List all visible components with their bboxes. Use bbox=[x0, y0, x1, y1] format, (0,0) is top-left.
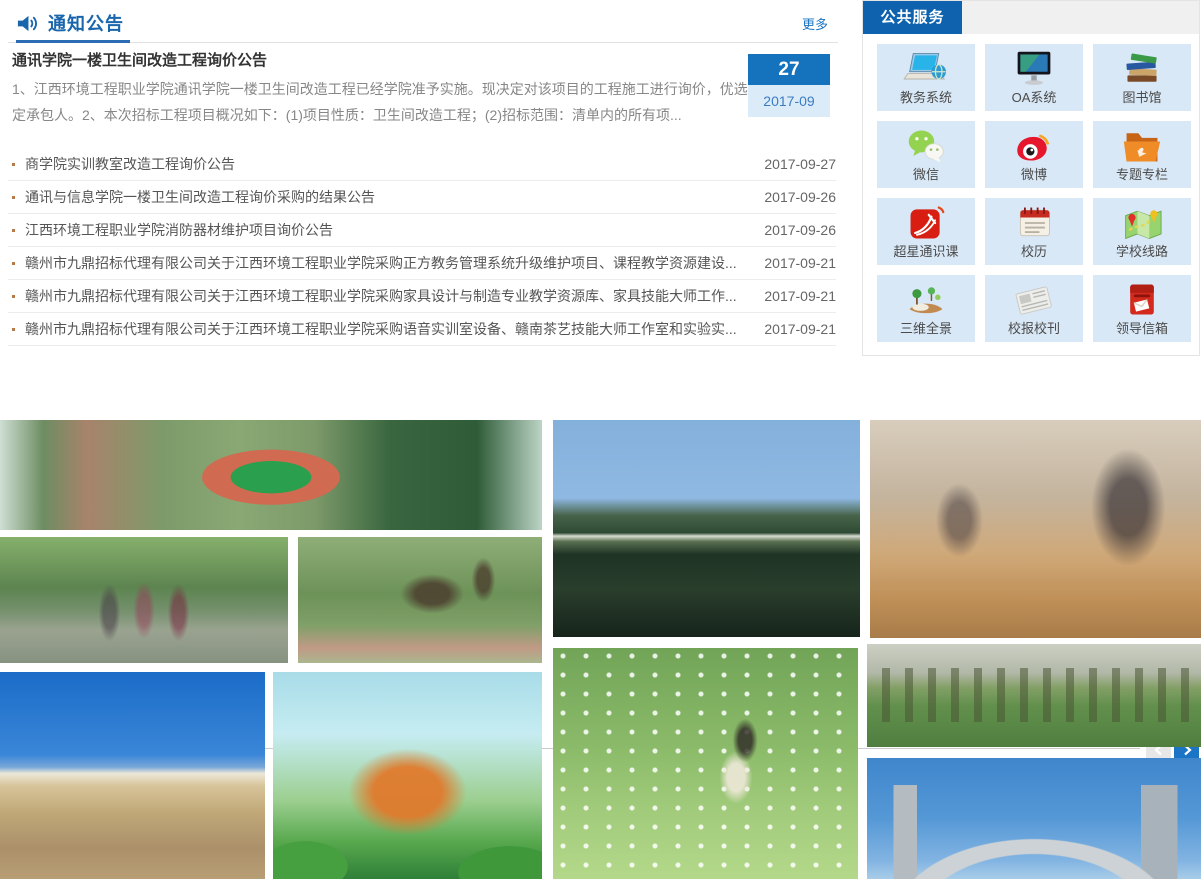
notice-header-left: 通知公告 bbox=[16, 8, 130, 43]
bullet-icon bbox=[12, 196, 15, 199]
service-item-library[interactable]: 图书馆 bbox=[1093, 44, 1191, 111]
service-item-chaoxing[interactable]: 超星通识课 bbox=[877, 198, 975, 265]
map-route-icon bbox=[1119, 202, 1165, 244]
service-label: 超星通识课 bbox=[893, 244, 958, 260]
notice-list-item[interactable]: 赣州市九鼎招标代理有限公司关于江西环境工程职业学院采购语音实训室设备、赣南茶艺技… bbox=[8, 313, 836, 346]
folder-icon bbox=[1119, 125, 1165, 167]
books-icon bbox=[1119, 48, 1165, 90]
service-item-newspaper[interactable]: 校报校刊 bbox=[985, 275, 1083, 342]
notice-header: 通知公告 更多 bbox=[8, 8, 838, 43]
services-grid: 教务系统 OA系统 bbox=[877, 44, 1191, 342]
notice-list-item[interactable]: 通讯与信息学院一楼卫生间改造工程询价采购的结果公告 2017-09-26 bbox=[8, 181, 836, 214]
notice-item-date: 2017-09-21 bbox=[764, 321, 836, 337]
service-item-calendar[interactable]: 校历 bbox=[985, 198, 1083, 265]
speaker-icon bbox=[16, 12, 39, 35]
service-label: OA系统 bbox=[1012, 90, 1057, 106]
page: 通知公告 更多 通讯学院一楼卫生间改造工程询价公告 1、江西环境工程职业学院通讯… bbox=[0, 0, 1201, 879]
gallery-photo-gate[interactable] bbox=[867, 758, 1201, 879]
gallery-photo-stadium[interactable] bbox=[0, 420, 542, 530]
notice-item-title[interactable]: 赣州市九鼎招标代理有限公司关于江西环境工程职业学院采购家具设计与制造专业教学资源… bbox=[25, 286, 750, 306]
notice-item-date: 2017-09-26 bbox=[764, 222, 836, 238]
service-item-route[interactable]: 学校线路 bbox=[1093, 198, 1191, 265]
notice-item-title[interactable]: 赣州市九鼎招标代理有限公司关于江西环境工程职业学院采购语音实训室设备、赣南茶艺技… bbox=[25, 319, 750, 339]
notice-more-link[interactable]: 更多 bbox=[802, 14, 828, 33]
notice-item-title[interactable]: 赣州市九鼎招标代理有限公司关于江西环境工程职业学院采购正方教务管理系统升级维护项… bbox=[25, 253, 750, 273]
service-item-wechat[interactable]: 微信 bbox=[877, 121, 975, 188]
service-item-jiaowu[interactable]: 教务系统 bbox=[877, 44, 975, 111]
notice-list-item[interactable]: 赣州市九鼎招标代理有限公司关于江西环境工程职业学院采购正方教务管理系统升级维护项… bbox=[8, 247, 836, 280]
featured-date-badge: 27 2017-09 bbox=[748, 54, 830, 117]
service-label: 校报校刊 bbox=[1008, 321, 1060, 337]
bullet-icon bbox=[12, 295, 15, 298]
gallery-section-header: 环院 故事 bbox=[0, 360, 1201, 415]
public-services-panel: 公共服务 教务系统 bbox=[862, 0, 1200, 356]
service-label: 校历 bbox=[1021, 244, 1047, 260]
gallery-photo-lake-campus[interactable] bbox=[0, 672, 265, 879]
mailbox-icon bbox=[1119, 279, 1165, 321]
service-item-columns[interactable]: 专题专栏 bbox=[1093, 121, 1191, 188]
bullet-icon bbox=[12, 163, 15, 166]
gallery-photo-sculpture[interactable] bbox=[298, 537, 542, 663]
service-label: 领导信箱 bbox=[1116, 321, 1168, 337]
gallery-photo-lake-bridge[interactable] bbox=[553, 420, 860, 637]
service-label: 三维全景 bbox=[900, 321, 952, 337]
gallery-photo-girl-flowers[interactable] bbox=[553, 648, 858, 879]
gallery-photo-students[interactable] bbox=[0, 537, 288, 663]
service-item-oa[interactable]: OA系统 bbox=[985, 44, 1083, 111]
notice-section-title: 通知公告 bbox=[48, 10, 124, 36]
panorama-icon bbox=[903, 279, 949, 321]
notice-item-date: 2017-09-21 bbox=[764, 288, 836, 304]
gallery-photo-woodworking[interactable] bbox=[870, 420, 1201, 638]
bullet-icon bbox=[12, 229, 15, 232]
featured-notice[interactable]: 通讯学院一楼卫生间改造工程询价公告 1、江西环境工程职业学院通讯学院一楼卫生间改… bbox=[12, 50, 838, 128]
featured-date-month: 2017-09 bbox=[748, 85, 830, 117]
bullet-icon bbox=[12, 262, 15, 265]
monitor-icon bbox=[1011, 48, 1057, 90]
notice-item-title[interactable]: 商学院实训教室改造工程询价公告 bbox=[25, 154, 750, 174]
wechat-icon bbox=[903, 125, 949, 167]
service-label: 专题专栏 bbox=[1116, 167, 1168, 183]
service-label: 学校线路 bbox=[1116, 244, 1168, 260]
featured-notice-title[interactable]: 通讯学院一楼卫生间改造工程询价公告 bbox=[12, 50, 838, 72]
notice-list-item[interactable]: 江西环境工程职业学院消防器材维护项目询价公告 2017-09-26 bbox=[8, 214, 836, 247]
notice-item-title[interactable]: 江西环境工程职业学院消防器材维护项目询价公告 bbox=[25, 220, 750, 240]
service-item-panorama[interactable]: 三维全景 bbox=[877, 275, 975, 342]
notice-item-date: 2017-09-21 bbox=[764, 255, 836, 271]
featured-date-day: 27 bbox=[748, 54, 830, 85]
service-label: 微博 bbox=[1021, 167, 1047, 183]
bullet-icon bbox=[12, 328, 15, 331]
laptop-globe-icon bbox=[903, 48, 949, 90]
notice-list-item[interactable]: 赣州市九鼎招标代理有限公司关于江西环境工程职业学院采购家具设计与制造专业教学资源… bbox=[8, 280, 836, 313]
calendar-icon bbox=[1011, 202, 1057, 244]
featured-notice-excerpt: 1、江西环境工程职业学院通讯学院一楼卫生间改造工程已经学院准予实施。现决定对该项… bbox=[12, 76, 750, 128]
notice-list: 商学院实训教室改造工程询价公告 2017-09-27 通讯与信息学院一楼卫生间改… bbox=[8, 148, 836, 346]
service-label: 微信 bbox=[913, 167, 939, 183]
service-label: 教务系统 bbox=[900, 90, 952, 106]
service-item-weibo[interactable]: 微博 bbox=[985, 121, 1083, 188]
service-item-mailbox[interactable]: 领导信箱 bbox=[1093, 275, 1191, 342]
notice-item-date: 2017-09-27 bbox=[764, 156, 836, 172]
services-tab[interactable]: 公共服务 bbox=[863, 1, 962, 34]
weibo-icon bbox=[1011, 125, 1057, 167]
notice-item-title[interactable]: 通讯与信息学院一楼卫生间改造工程询价采购的结果公告 bbox=[25, 187, 750, 207]
newspaper-icon bbox=[1011, 279, 1057, 321]
gallery-photo-military[interactable] bbox=[867, 644, 1201, 747]
notice-item-date: 2017-09-26 bbox=[764, 189, 836, 205]
gallery-photo-pavilion[interactable] bbox=[273, 672, 542, 879]
chaoxing-icon bbox=[903, 202, 949, 244]
service-label: 图书馆 bbox=[1122, 90, 1161, 106]
notice-list-item[interactable]: 商学院实训教室改造工程询价公告 2017-09-27 bbox=[8, 148, 836, 181]
services-header-bar: 公共服务 bbox=[863, 1, 1199, 34]
